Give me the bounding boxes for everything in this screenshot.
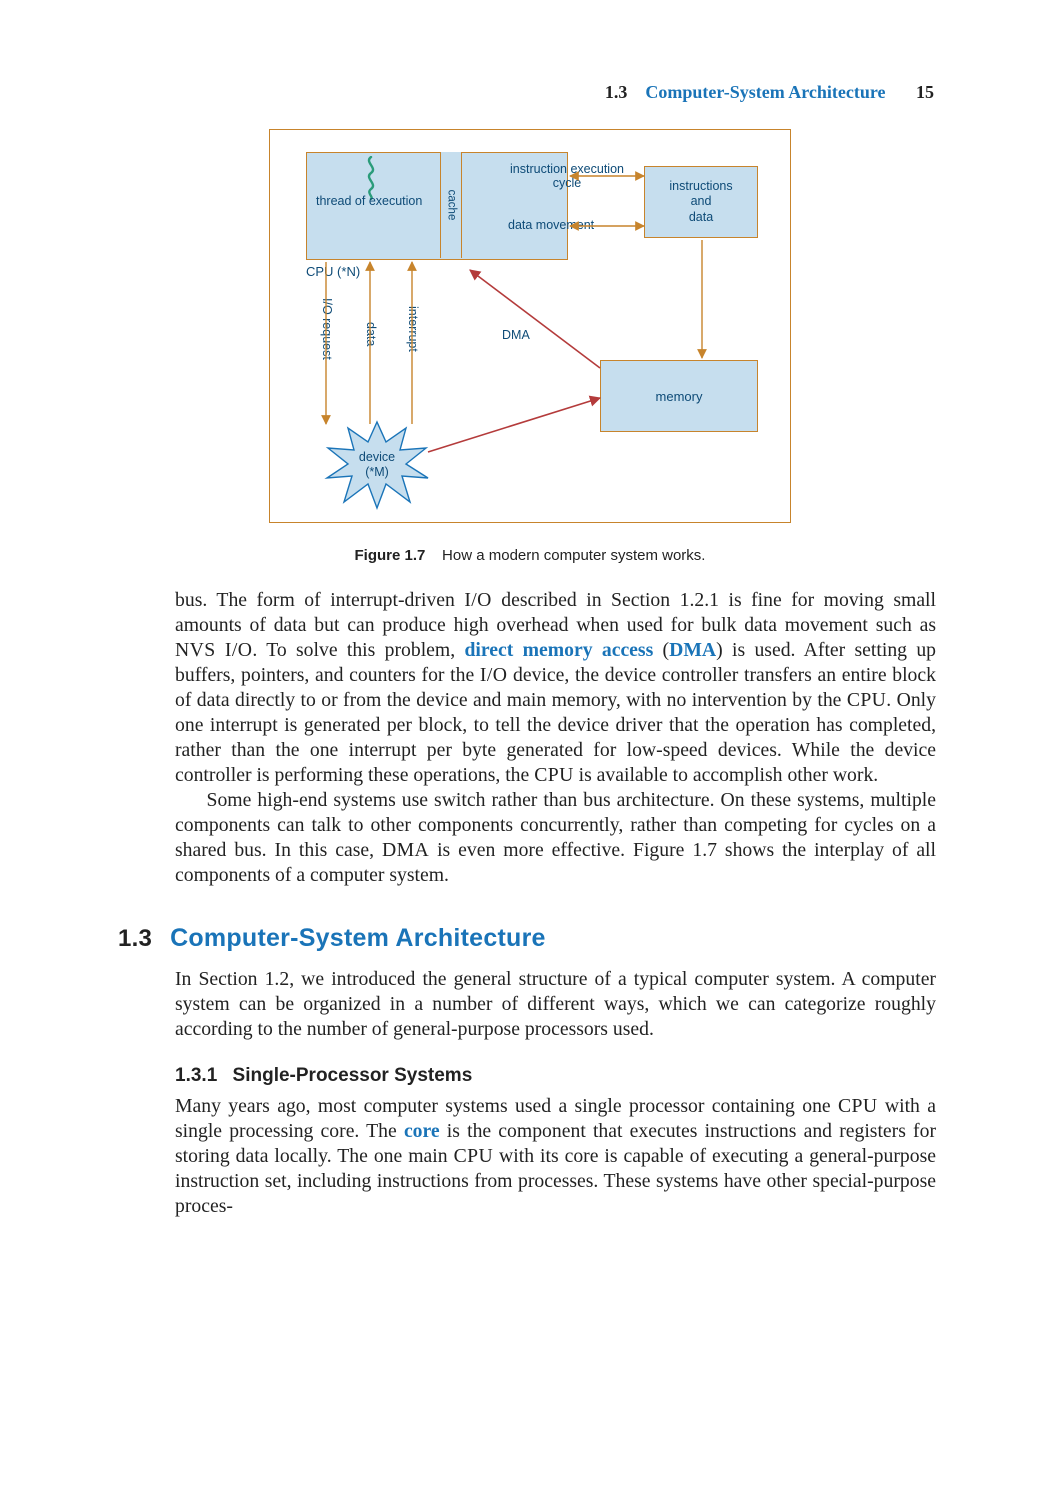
instructions-and-data-label: instructionsanddata: [669, 179, 732, 226]
data-movement-label: data movement: [508, 218, 594, 232]
instruction-execution-cycle-label: instruction executioncycle: [502, 162, 632, 191]
term-dma: DMA: [669, 639, 716, 661]
subsection-heading-1-3-1: 1.3.1 Single-Processor Systems: [175, 1064, 936, 1088]
memory-label: memory: [656, 389, 703, 404]
figure-caption-text: How a modern computer system works.: [442, 547, 705, 564]
memory-box: memory: [600, 360, 758, 432]
figure-body: cache thread of execution CPU (*N) instr…: [269, 129, 791, 523]
figure-caption-number: Figure 1.7: [355, 547, 426, 564]
thread-of-execution-label: thread of execution: [316, 194, 422, 208]
device-label: device(*M): [359, 450, 395, 480]
section-heading-1-3: 1.3 Computer-System Architecture: [118, 924, 940, 953]
running-header: 1.3 Computer-System Architecture 15: [120, 82, 940, 103]
figure-1-7: cache thread of execution CPU (*N) instr…: [120, 129, 940, 564]
page-number: 15: [916, 82, 934, 102]
header-section-name: Computer-System Architecture: [645, 82, 885, 102]
dma-label: DMA: [502, 328, 530, 342]
cpu-label: CPU (*N): [306, 264, 360, 279]
io-request-label: I/O request: [320, 298, 334, 360]
section-number: 1.3: [118, 925, 152, 953]
term-core: core: [404, 1120, 440, 1142]
para-single-processor: Many years ago, most computer systems us…: [175, 1094, 936, 1219]
instructions-and-data-box: instructionsanddata: [644, 166, 758, 238]
para-1-3-intro: In Section 1.2, we introduced the genera…: [175, 967, 936, 1042]
cache-strip: cache: [440, 152, 462, 258]
device-burst: device(*M): [324, 420, 430, 510]
cache-label: cache: [445, 190, 457, 221]
data-arrow-label: data: [364, 322, 378, 346]
subsection-title: Single-Processor Systems: [233, 1065, 473, 1086]
figure-caption: Figure 1.7 How a modern computer system …: [355, 547, 706, 564]
para-switch: Some high-end systems use switch rather …: [175, 788, 936, 888]
term-direct-memory-access: direct memory access: [464, 639, 653, 661]
interrupt-label: interrupt: [406, 306, 420, 352]
section-title: Computer-System Architecture: [170, 924, 546, 953]
body-text: bus. The form of interrupt-driven I/O de…: [175, 588, 936, 888]
header-section-number: 1.3: [605, 82, 628, 102]
section-1-3-intro: In Section 1.2, we introduced the genera…: [175, 967, 936, 1219]
para-dma: bus. The form of interrupt-driven I/O de…: [175, 588, 936, 788]
subsection-number: 1.3.1: [175, 1065, 217, 1086]
